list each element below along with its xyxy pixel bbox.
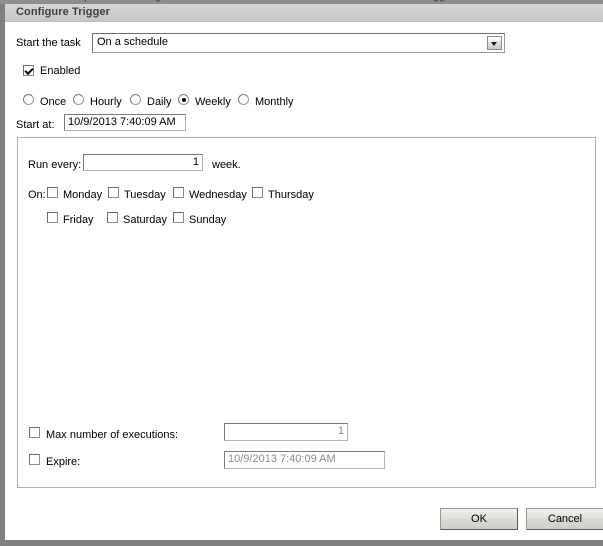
checkbox-thursday-label: Thursday (268, 189, 314, 201)
checkbox-monday-label: Monday (63, 189, 103, 201)
checkbox-thursday[interactable] (252, 187, 263, 198)
radio-monthly-label: Monthly (255, 96, 294, 108)
max-executions-label: Max number of executions: (46, 429, 179, 441)
expire-label: Expire: (46, 456, 81, 468)
chevron-down-icon[interactable] (487, 36, 502, 50)
dialog-content: Configure Trigger Start the task On a sc… (5, 4, 603, 540)
start-at-label: Start at: (16, 119, 55, 131)
radio-hourly[interactable] (73, 94, 84, 105)
background-tab-0: General (8, 0, 47, 2)
checkbox-monday[interactable] (47, 187, 58, 198)
enabled-label: Enabled (40, 65, 81, 77)
radio-hourly-label: Hourly (90, 96, 122, 108)
run-every-unit-label: week. (212, 159, 241, 171)
run-every-input[interactable]: 1 (83, 154, 203, 171)
background-tab-2: Flagbox (140, 0, 179, 2)
ok-button[interactable]: OK (440, 508, 518, 530)
configure-trigger-dialog: Configure Trigger Start the task On a sc… (0, 4, 603, 546)
run-every-label: Run every: (28, 159, 82, 171)
background-tab-5: Triggers (421, 0, 461, 2)
checkbox-sunday-label: Sunday (189, 214, 227, 226)
max-executions-input[interactable]: 1 (224, 423, 348, 441)
on-label: On: (28, 189, 46, 201)
radio-weekly-label: Weekly (195, 96, 231, 108)
radio-once-label: Once (40, 96, 67, 108)
radio-daily-label: Daily (147, 96, 172, 108)
checkbox-friday-label: Friday (63, 214, 94, 226)
checkbox-max-executions[interactable] (29, 427, 40, 438)
expire-input[interactable]: 10/9/2013 7:40:09 AM (224, 451, 385, 469)
dialog-title: Configure Trigger (16, 6, 110, 18)
checkbox-saturday-label: Saturday (123, 214, 168, 226)
radio-daily[interactable] (130, 94, 141, 105)
background-tab-1: Upload (76, 0, 111, 2)
background-tab-6: Events (490, 0, 524, 2)
checkbox-friday[interactable] (47, 212, 58, 223)
background-tab-4: Treatment Information (284, 0, 392, 2)
start-the-task-label: Start the task (16, 37, 81, 49)
checkbox-saturday[interactable] (107, 212, 118, 223)
enabled-checkbox[interactable] (23, 65, 34, 76)
cancel-button[interactable]: Cancel (526, 508, 603, 530)
start-the-task-combobox[interactable]: On a schedule (92, 33, 505, 53)
background-tab-3: Waterbox (208, 0, 255, 2)
background-tab-labels: General Upload Flagbox Waterbox Treatmen… (8, 0, 549, 2)
checkbox-expire[interactable] (29, 454, 40, 465)
checkbox-tuesday[interactable] (108, 187, 119, 198)
checkbox-wednesday-label: Wednesday (189, 189, 247, 201)
start-at-input[interactable]: 10/9/2013 7:40:09 AM (64, 114, 186, 131)
checkbox-tuesday-label: Tuesday (124, 189, 166, 201)
start-the-task-value: On a schedule (97, 36, 168, 48)
radio-weekly[interactable] (178, 94, 189, 105)
radio-monthly[interactable] (238, 94, 249, 105)
radio-once[interactable] (23, 94, 34, 105)
dialog-titlebar: Configure Trigger (5, 4, 603, 22)
checkbox-wednesday[interactable] (173, 187, 184, 198)
checkbox-sunday[interactable] (173, 212, 184, 223)
